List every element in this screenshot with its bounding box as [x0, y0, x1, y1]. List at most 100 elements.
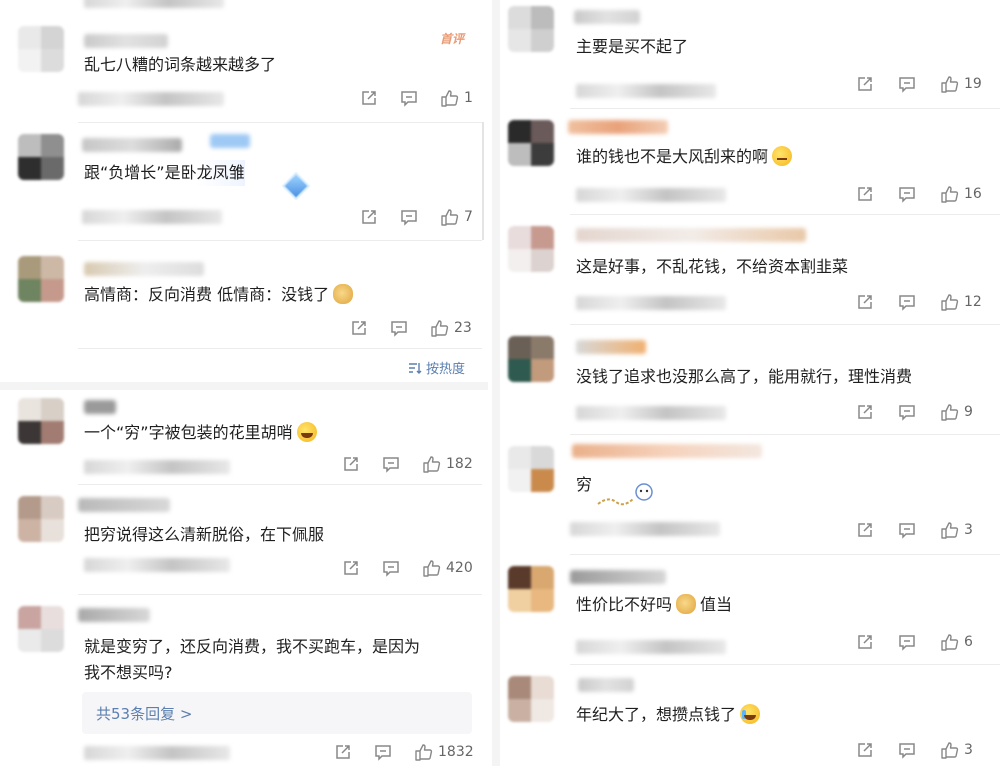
avatar[interactable]: [18, 26, 64, 72]
username-blurred[interactable]: [576, 340, 646, 354]
avatar[interactable]: [18, 398, 64, 444]
comment-button[interactable]: [898, 403, 940, 421]
like-count: 420: [446, 560, 473, 576]
comment-icon: [899, 405, 915, 421]
comment-button[interactable]: [382, 559, 422, 577]
avatar[interactable]: [508, 120, 554, 166]
comment-actions: 6: [856, 632, 973, 652]
avatar[interactable]: [508, 226, 554, 272]
like-button[interactable]: 9: [940, 402, 973, 422]
comment-button[interactable]: [898, 185, 940, 203]
like-icon: [431, 320, 449, 337]
like-button[interactable]: 3: [940, 520, 973, 540]
username-blurred[interactable]: [574, 10, 640, 24]
avatar[interactable]: [508, 336, 554, 382]
username-blurred[interactable]: [84, 34, 168, 48]
laughing-emoji-icon: [296, 422, 317, 442]
comment-meta-blurred: [576, 84, 716, 98]
comment-button[interactable]: [390, 319, 430, 337]
meta-blurred: [84, 0, 224, 8]
like-icon: [423, 560, 441, 577]
like-count: 3: [964, 742, 973, 758]
comment-actions: 3: [856, 740, 973, 760]
view-replies-button[interactable]: 共53条回复 >: [82, 692, 472, 734]
sleepy-emoji-icon: [772, 146, 793, 166]
comment-button[interactable]: [382, 455, 422, 473]
comment-meta-blurred: [84, 460, 230, 474]
username-blurred[interactable]: [84, 400, 116, 414]
comment-meta-blurred: [570, 522, 720, 536]
avatar[interactable]: [18, 496, 64, 542]
like-icon: [941, 522, 959, 539]
comment-button[interactable]: [400, 208, 440, 226]
like-button[interactable]: 182: [422, 454, 473, 474]
share-button[interactable]: [856, 185, 898, 203]
comment-button[interactable]: [400, 89, 440, 107]
like-count: 182: [446, 456, 473, 472]
like-button[interactable]: 16: [940, 184, 982, 204]
avatar[interactable]: [508, 446, 554, 492]
sort-by-hot-button[interactable]: 按热度: [408, 358, 465, 377]
share-button[interactable]: [360, 89, 400, 107]
share-button[interactable]: [856, 633, 898, 651]
share-icon: [352, 321, 366, 335]
comment-actions: 16: [856, 184, 982, 204]
like-button[interactable]: 3: [940, 740, 973, 760]
share-button[interactable]: [856, 75, 898, 93]
column-separator: [492, 0, 500, 766]
scrollbar[interactable]: [482, 122, 484, 240]
share-button[interactable]: [334, 743, 374, 761]
share-button[interactable]: [342, 559, 382, 577]
share-button[interactable]: [856, 521, 898, 539]
share-button[interactable]: [856, 403, 898, 421]
like-button[interactable]: 1: [440, 88, 473, 108]
username-blurred[interactable]: [78, 498, 170, 512]
like-icon: [415, 744, 433, 761]
like-count: 3: [964, 522, 973, 538]
comment-icon: [899, 635, 915, 651]
share-button[interactable]: [856, 293, 898, 311]
share-button[interactable]: [342, 455, 382, 473]
divider: [570, 108, 1000, 109]
comment-button[interactable]: [374, 743, 414, 761]
share-button[interactable]: [360, 208, 400, 226]
like-button[interactable]: 1832: [414, 742, 474, 762]
like-button[interactable]: 19: [940, 74, 982, 94]
like-button[interactable]: 12: [940, 292, 982, 312]
divider: [78, 240, 482, 241]
username-blurred[interactable]: [78, 608, 150, 622]
like-count: 16: [964, 186, 982, 202]
comment-actions: 1832: [334, 742, 474, 762]
username-blurred[interactable]: [568, 120, 668, 134]
like-button[interactable]: 23: [430, 318, 472, 338]
username-blurred[interactable]: [570, 570, 666, 584]
comment-button[interactable]: [898, 293, 940, 311]
avatar[interactable]: [18, 606, 64, 652]
like-button[interactable]: 7: [440, 207, 473, 227]
avatar[interactable]: [508, 566, 554, 612]
comment-button[interactable]: [898, 521, 940, 539]
comment-text: 跟“负增长”是卧龙凤雏: [84, 160, 245, 186]
comment-button[interactable]: [898, 75, 940, 93]
avatar[interactable]: [18, 134, 64, 180]
comment-button[interactable]: [898, 741, 940, 759]
comment-icon: [375, 745, 391, 761]
share-button[interactable]: [856, 741, 898, 759]
like-button[interactable]: 420: [422, 558, 473, 578]
username-blurred[interactable]: [84, 262, 204, 276]
share-icon: [858, 405, 872, 419]
share-button[interactable]: [350, 319, 390, 337]
avatar[interactable]: [508, 676, 554, 722]
username-blurred[interactable]: [82, 138, 182, 152]
comment-text: 性价比不好吗 值当: [576, 594, 733, 614]
avatar[interactable]: [18, 256, 64, 302]
username-blurred[interactable]: [578, 678, 634, 692]
divider: [78, 348, 482, 349]
username-blurred[interactable]: [576, 228, 806, 242]
username-blurred[interactable]: [572, 444, 762, 458]
comment-button[interactable]: [898, 633, 940, 651]
avatar[interactable]: [508, 6, 554, 52]
like-count: 1: [464, 90, 473, 106]
comment-icon: [383, 457, 399, 473]
like-button[interactable]: 6: [940, 632, 973, 652]
